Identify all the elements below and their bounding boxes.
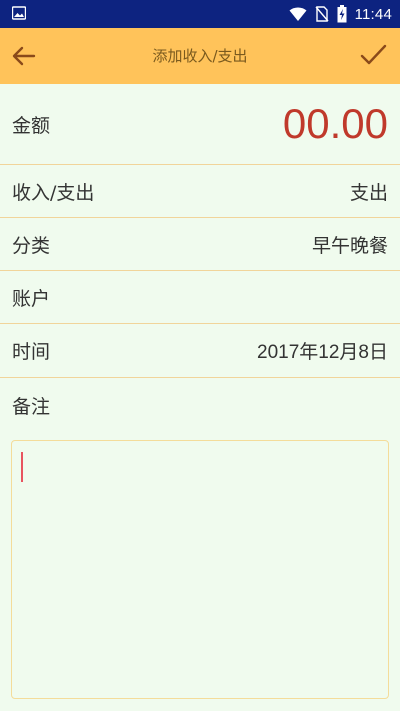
battery-charging-icon bbox=[337, 5, 347, 23]
category-label: 分类 bbox=[12, 234, 51, 257]
notes-textarea[interactable] bbox=[11, 440, 389, 699]
type-row[interactable]: 收入/支出 支出 bbox=[0, 165, 400, 218]
no-sim-icon bbox=[315, 6, 329, 22]
status-bar: 11:44 bbox=[0, 0, 400, 28]
text-caret bbox=[21, 452, 23, 482]
category-value[interactable]: 早午晚餐 bbox=[312, 218, 388, 270]
status-icons: 11:44 bbox=[289, 0, 392, 28]
app-bar: 添加收入/支出 bbox=[0, 28, 400, 84]
account-label: 账户 bbox=[12, 287, 51, 310]
category-row[interactable]: 分类 早午晚餐 bbox=[0, 218, 400, 271]
type-label: 收入/支出 bbox=[12, 181, 95, 204]
time-label: 时间 bbox=[12, 341, 51, 363]
account-row[interactable]: 账户 bbox=[0, 271, 400, 324]
page-title: 添加收入/支出 bbox=[152, 47, 248, 65]
amount-row[interactable]: 金额 00.00 bbox=[0, 84, 400, 165]
check-icon[interactable] bbox=[358, 40, 388, 70]
notes-label: 备注 bbox=[12, 395, 51, 418]
type-value[interactable]: 支出 bbox=[350, 165, 388, 217]
time-row[interactable]: 时间 2017年12月8日 bbox=[0, 324, 400, 378]
notes-row: 备注 bbox=[0, 378, 400, 432]
time-value[interactable]: 2017年12月8日 bbox=[257, 324, 388, 377]
wifi-icon bbox=[289, 7, 307, 21]
status-time: 11:44 bbox=[354, 5, 392, 23]
image-icon bbox=[12, 6, 26, 20]
amount-label: 金额 bbox=[12, 114, 51, 137]
amount-value[interactable]: 00.00 bbox=[283, 84, 388, 164]
